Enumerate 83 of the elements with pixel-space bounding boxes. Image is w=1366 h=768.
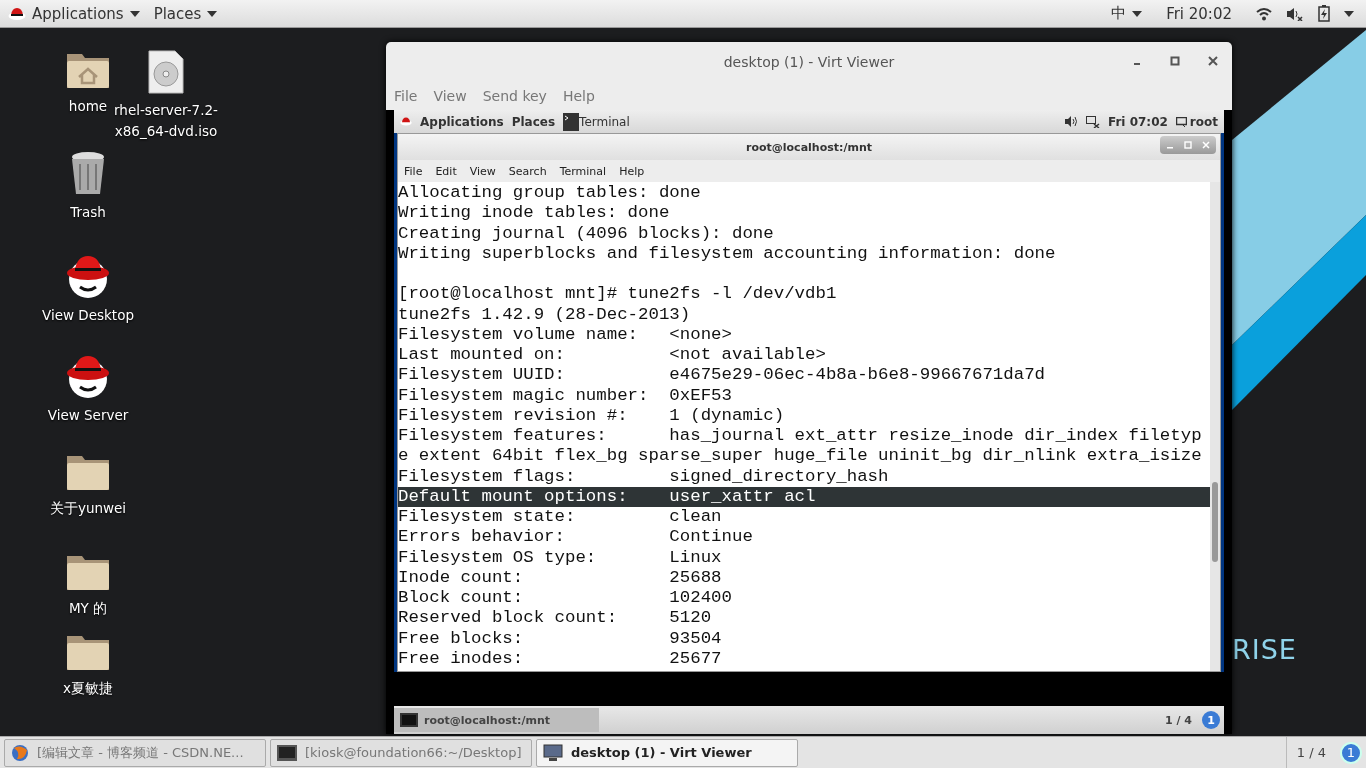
redhat-logo-icon <box>400 116 412 127</box>
terminal-line: Filesystem OS type: Linux <box>398 547 723 568</box>
wallpaper-text: RISE <box>1232 634 1297 665</box>
terminal-line: Last mounted on: <not available> <box>398 345 827 366</box>
terminal-task[interactable]: Terminal <box>579 114 630 129</box>
menu-item[interactable]: Help <box>619 164 645 178</box>
caret-icon <box>207 10 218 17</box>
disc-file-icon[interactable] <box>147 50 185 94</box>
terminal-line: [root@localhost mnt]# tune2fs -l /dev/vdb1 <box>398 284 838 305</box>
terminal-line: Reserved block count: 5120 <box>398 608 713 629</box>
terminal-line: Writing superblocks and filesystem accounting information: done <box>398 243 1057 264</box>
terminal-line: Filesystem flags: signed_directory_hash <box>398 466 890 487</box>
icon-label[interactable]: rhel-server-7.2-x86_64-dvd.iso <box>111 100 221 142</box>
terminal-line: Filesystem features: has_journal ext_attr resize_inode dir_index filetyp <box>398 426 1203 447</box>
maximize-icon[interactable] <box>1170 56 1180 66</box>
caret-icon <box>129 10 140 17</box>
redhat-logo-icon <box>8 5 26 22</box>
menu-item[interactable]: View <box>433 88 467 104</box>
task-button[interactable]: root@localhost:/mnt <box>394 708 599 732</box>
terminal-icon <box>400 713 418 727</box>
monitor-icon <box>543 743 563 762</box>
globe-icon <box>11 743 29 762</box>
redhat-figure-icon[interactable] <box>66 353 110 399</box>
menu-item[interactable]: Terminal <box>559 164 607 178</box>
icon-label[interactable]: View Server <box>47 405 129 426</box>
workspace-indicator[interactable]: 1 / 4 <box>1155 713 1202 727</box>
window-title: desktop (1) - Virt Viewer <box>723 54 895 70</box>
menu-item[interactable]: File <box>394 88 418 104</box>
menu-item[interactable]: Edit <box>435 164 457 178</box>
terminal-line: Filesystem magic number: 0xEF53 <box>398 385 733 406</box>
caret-icon[interactable] <box>1344 10 1354 17</box>
task-button[interactable]: [编辑文章 - 博客频道 - CSDN.NE... <box>4 738 266 767</box>
scrollbar[interactable] <box>1210 182 1220 671</box>
icon-label[interactable]: MY 的 <box>68 598 108 619</box>
icon-label[interactable]: Trash <box>70 202 106 223</box>
icon-label[interactable]: 关于yunwei <box>49 498 127 519</box>
applications-menu[interactable]: Applications <box>420 114 504 129</box>
terminal-line: Free blocks: 93504 <box>398 628 723 649</box>
terminal-line: Writing inode tables: done <box>398 203 671 224</box>
places-menu[interactable]: Places <box>153 4 218 23</box>
task-button[interactable]: desktop (1) - Virt Viewer <box>536 738 798 767</box>
menu-item[interactable]: File <box>404 164 423 178</box>
notification-badge[interactable]: 1 <box>1202 711 1220 729</box>
wifi-icon[interactable] <box>1256 6 1272 21</box>
clock[interactable]: Fri 07:02 <box>1108 114 1168 129</box>
caret-icon <box>1132 10 1143 17</box>
volume-muted-icon[interactable] <box>1286 6 1304 21</box>
terminal-line: Inode count: 25688 <box>398 567 723 588</box>
clock[interactable]: Fri 20:02 <box>1166 4 1232 23</box>
applications-menu[interactable]: Applications <box>32 4 140 23</box>
input-method-menu[interactable]: 中 <box>1111 4 1143 23</box>
menu-item[interactable]: Send key <box>482 88 547 104</box>
user-icon <box>1175 116 1187 127</box>
terminal-line: Filesystem state: clean <box>398 507 723 528</box>
terminal-line: tune2fs 1.42.9 (28-Dec-2013) <box>398 304 692 325</box>
window-title: root@localhost:/mnt <box>746 140 872 154</box>
icon-label[interactable]: View Desktop <box>42 305 134 326</box>
terminal-line: Errors behavior: Continue <box>398 527 754 548</box>
network-icon[interactable] <box>1086 115 1100 128</box>
notification-badge[interactable]: 1 <box>1340 741 1362 764</box>
battery-icon[interactable] <box>1318 5 1330 22</box>
icon-label[interactable]: x夏敏捷 <box>63 678 113 699</box>
terminal-line: Filesystem revision #: 1 (dynamic) <box>398 405 786 426</box>
workspace-indicator[interactable]: 1 / 4 <box>1285 737 1336 768</box>
terminal-line: Filesystem UUID: e4675e29-06ec-4b8a-b6e8-99667671da7d <box>398 365 1047 386</box>
redhat-figure-icon[interactable] <box>66 253 110 299</box>
user-menu[interactable]: root <box>1175 114 1218 129</box>
terminal-line: Free inodes: 25677 <box>398 648 723 669</box>
close-icon[interactable] <box>1208 56 1218 66</box>
menu-item[interactable]: View <box>469 164 496 178</box>
terminal-line: Filesystem volume name: <none> <box>398 324 733 345</box>
task-button[interactable]: [kiosk@foundation66:~/Desktop] <box>270 738 532 767</box>
terminal-icon[interactable] <box>563 112 580 131</box>
menu-item[interactable]: Help <box>562 88 595 104</box>
volume-icon[interactable] <box>1065 116 1078 127</box>
terminal-line: e extent 64bit flex_bg sparse_super huge_file uninit_bg dir_nlink extra_isize <box>398 446 1203 467</box>
places-menu[interactable]: Places <box>511 114 556 129</box>
terminal-icon <box>277 744 297 761</box>
icon-label[interactable]: home <box>68 96 108 117</box>
menu-item[interactable]: Search <box>508 164 547 178</box>
terminal-line: Allocating group tables: done <box>398 183 702 204</box>
terminal-line: Block count: 102400 <box>398 588 733 609</box>
terminal-line: Creating journal (4096 blocks): done <box>398 223 775 244</box>
